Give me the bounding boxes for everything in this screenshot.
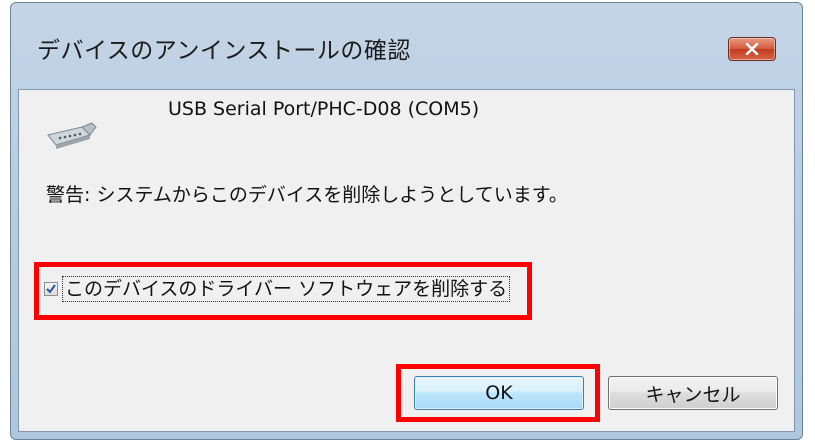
close-button[interactable] xyxy=(728,37,776,61)
serial-port-connector-icon xyxy=(38,113,98,153)
warning-message: 警告: システムからこのデバイスを削除しようとしています。 xyxy=(46,184,568,206)
cancel-button[interactable]: キャンセル xyxy=(608,376,778,410)
highlight-checkbox-annotation xyxy=(34,262,532,320)
device-name: USB Serial Port/PHC-D08 (COM5) xyxy=(168,98,480,120)
highlight-ok-annotation xyxy=(396,364,600,422)
close-icon xyxy=(745,43,759,55)
dialog-title: デバイスのアンインストールの確認 xyxy=(37,38,411,64)
title-bar[interactable]: デバイスのアンインストールの確認 xyxy=(11,3,802,89)
